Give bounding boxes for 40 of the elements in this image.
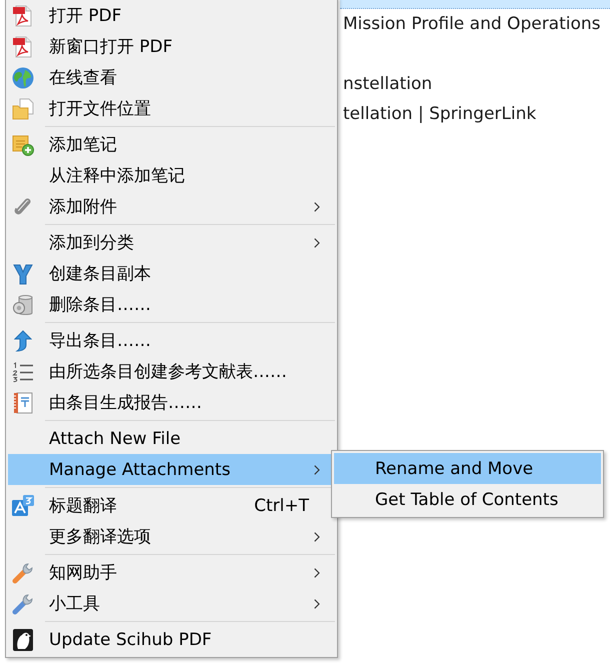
menu-item[interactable]: 添加笔记: [8, 129, 335, 160]
menu-item[interactable]: 由条目生成报告……: [8, 387, 335, 418]
pdf-file-icon: [13, 36, 33, 58]
list-row[interactable]: Mission Profile and Operations: [340, 9, 610, 39]
list-row[interactable]: tellation | SpringerLink: [340, 99, 610, 129]
menu-item[interactable]: 打开文件位置: [8, 93, 335, 124]
menu-item[interactable]: 从注释中添加笔记: [8, 160, 335, 191]
menu-item[interactable]: Get Table of Contents: [334, 484, 601, 515]
menu-item[interactable]: 在线查看: [8, 62, 335, 93]
paperclip-icon: [13, 196, 33, 218]
numbered-list-icon: [12, 360, 34, 382]
bin-icon: [12, 294, 34, 316]
globe-icon: [12, 66, 34, 88]
document-icon: [13, 392, 33, 414]
translate-icon: [12, 494, 34, 516]
pdf-file-icon: [13, 4, 33, 26]
list-row[interactable]: nstellation: [340, 69, 610, 99]
note-add-icon: [12, 134, 34, 156]
menu-item[interactable]: Attach New File: [8, 423, 335, 454]
menu-item[interactable]: 由所选条目创建参考文献表……: [8, 356, 335, 387]
shortcut-text: Ctrl+T: [254, 496, 309, 516]
menu-item[interactable]: 导出条目……: [8, 325, 335, 356]
folder-icon: [12, 98, 34, 120]
menu-item[interactable]: 删除条目……: [8, 289, 335, 320]
menu-item[interactable]: 小工具: [8, 588, 335, 619]
menu-item[interactable]: 知网助手: [8, 557, 335, 588]
up-arrow-icon: [14, 330, 32, 352]
menu-item[interactable]: 添加到分类: [8, 227, 335, 258]
menu-item[interactable]: 添加附件: [8, 191, 335, 222]
menu-item[interactable]: 标题翻译 Ctrl+T: [8, 490, 335, 521]
menu-item[interactable]: 创建条目副本: [8, 258, 335, 289]
wrench-icon: [12, 592, 34, 614]
fork-icon: [13, 262, 33, 284]
menu-item[interactable]: Rename and Move: [334, 453, 601, 484]
menu-item[interactable]: Update Scihub PDF: [8, 624, 335, 655]
menu-item[interactable]: 新窗口打开 PDF: [8, 31, 335, 62]
bird-logo-icon: [13, 628, 33, 650]
menu-item[interactable]: 更多翻译选项: [8, 521, 335, 552]
wrench-icon: [12, 562, 34, 584]
menu-item[interactable]: 打开 PDF: [8, 0, 335, 31]
